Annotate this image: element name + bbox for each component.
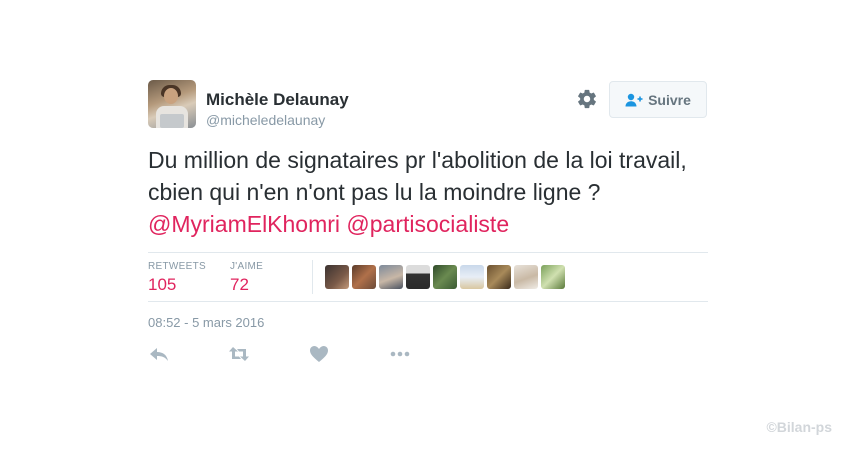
reply-icon[interactable] xyxy=(148,344,170,364)
tweet-text: Du million de signataires pr l'abolition… xyxy=(148,144,708,240)
follow-button-label: Suivre xyxy=(648,91,691,108)
retweets-count: 105 xyxy=(148,275,177,294)
author-name[interactable]: Michèle Delaunay xyxy=(206,90,349,110)
add-user-icon xyxy=(625,93,643,106)
watermark: ©Bilan-ps xyxy=(766,419,832,435)
liker-avatar[interactable] xyxy=(514,265,538,289)
more-icon[interactable] xyxy=(389,344,411,364)
liker-avatar[interactable] xyxy=(541,265,565,289)
liker-avatar[interactable] xyxy=(487,265,511,289)
tweet-timestamp[interactable]: 08:52 - 5 mars 2016 xyxy=(148,315,264,330)
liker-avatar[interactable] xyxy=(433,265,457,289)
tweet-actions xyxy=(148,344,448,364)
author-handle[interactable]: @micheledelaunay xyxy=(206,112,325,128)
retweets-stat[interactable]: RETWEETS 105 xyxy=(148,261,206,295)
likes-stat[interactable]: J'AIME 72 xyxy=(230,261,263,295)
avatar[interactable] xyxy=(148,80,196,128)
likes-count: 72 xyxy=(230,275,249,294)
gear-icon[interactable] xyxy=(576,88,598,110)
liker-avatar[interactable] xyxy=(352,265,376,289)
liker-avatar[interactable] xyxy=(406,265,430,289)
follow-button[interactable]: Suivre xyxy=(609,81,707,118)
retweets-label: RETWEETS xyxy=(148,261,206,272)
likers-avatars xyxy=(325,265,565,289)
tweet-stats: RETWEETS 105 J'AIME 72 xyxy=(148,252,708,302)
liker-avatar[interactable] xyxy=(325,265,349,289)
tweet-text-body: Du million de signataires pr l'abolition… xyxy=(148,147,687,205)
liker-avatar[interactable] xyxy=(379,265,403,289)
liker-avatar[interactable] xyxy=(460,265,484,289)
mention-link[interactable]: @MyriamElKhomri xyxy=(148,211,340,237)
likes-label: J'AIME xyxy=(230,261,264,272)
mention-link[interactable]: @partisocialiste xyxy=(346,211,509,237)
stats-divider xyxy=(312,260,313,294)
retweet-icon[interactable] xyxy=(228,344,250,364)
heart-icon[interactable] xyxy=(308,344,330,364)
